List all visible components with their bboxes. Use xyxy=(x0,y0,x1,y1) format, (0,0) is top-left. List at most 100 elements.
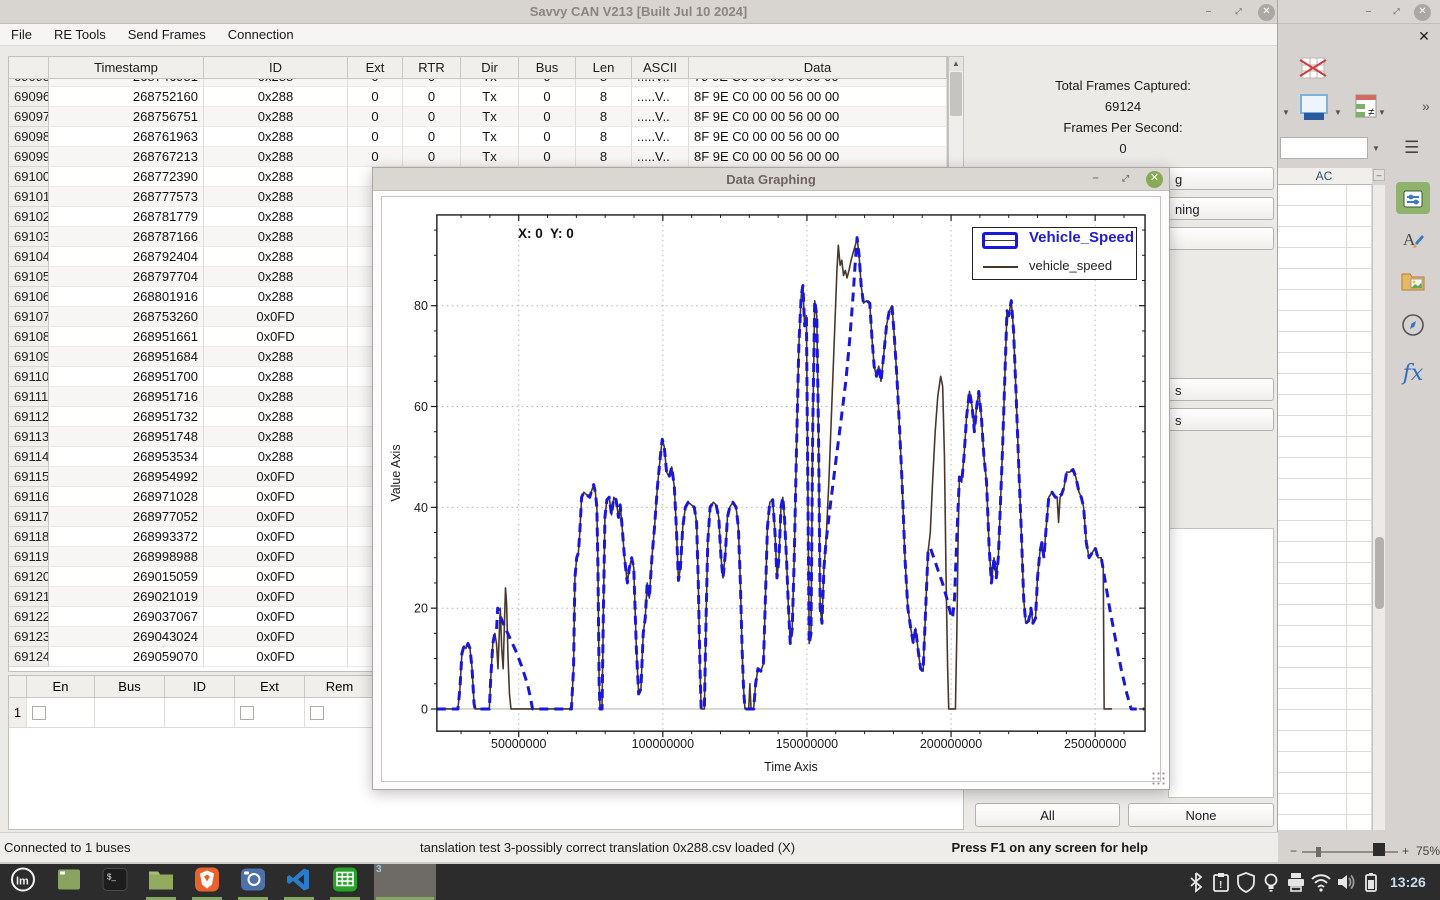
bluetooth-icon[interactable] xyxy=(1185,871,1207,893)
window-resize-grip[interactable] xyxy=(1151,771,1165,785)
calc-close-button[interactable]: ✕ xyxy=(1414,4,1431,21)
menu-send-frames[interactable]: Send Frames xyxy=(117,24,217,46)
close-button[interactable]: ✕ xyxy=(1258,4,1275,21)
gallery-icon[interactable] xyxy=(1396,270,1430,302)
filter-id-list[interactable] xyxy=(1168,528,1274,798)
frame-row-69098[interactable]: 690982687619630x28800Tx08.....V..8F 9E C… xyxy=(9,127,947,147)
savvycan-titlebar[interactable]: Savvy CAN V213 [Built Jul 10 2024] – ⤢ ✕ xyxy=(0,0,1277,24)
menu-connection[interactable]: Connection xyxy=(217,24,305,46)
headers-footers-icon[interactable] xyxy=(1298,92,1330,122)
zoom-percentage[interactable]: 75% xyxy=(1416,844,1440,858)
terminal-icon[interactable]: $_ xyxy=(98,864,132,900)
namebox-dropdown-icon[interactable]: ▼ xyxy=(1372,144,1380,153)
zoom-in-icon[interactable]: + xyxy=(1402,844,1409,858)
column-header-ascii[interactable]: ASCII xyxy=(632,57,689,78)
column-header-ext[interactable]: Ext xyxy=(348,57,403,78)
calc-minimize-button[interactable]: – xyxy=(1360,4,1377,21)
vscode-icon[interactable] xyxy=(282,864,316,900)
frames-table-header[interactable]: TimestampIDExtRTRDirBusLenASCIIData xyxy=(9,57,947,79)
filter-column-rem[interactable]: Rem xyxy=(305,676,375,697)
filter-cell[interactable] xyxy=(305,698,375,727)
zoom-out-icon[interactable]: − xyxy=(1290,844,1297,858)
legend-entry[interactable]: vehicle_speed xyxy=(973,254,1136,280)
restore-button[interactable]: ⤢ xyxy=(1230,4,1247,21)
column-header-data[interactable]: Data xyxy=(689,57,947,78)
frame-row-69095[interactable]: 690952687469510x28800Tx08.....V..79 9E C… xyxy=(9,79,947,87)
files-icon[interactable] xyxy=(144,864,178,900)
filter-checkbox[interactable] xyxy=(32,706,46,720)
screenshot-icon[interactable] xyxy=(236,864,270,900)
battery-icon[interactable] xyxy=(1360,871,1382,893)
filter-checkbox[interactable] xyxy=(240,706,254,720)
mint-menu-icon[interactable]: lm xyxy=(6,864,40,900)
column-header-timestamp[interactable]: Timestamp xyxy=(49,57,204,78)
filter-column-en[interactable]: En xyxy=(27,676,95,697)
calc-vertical-scrollbar[interactable] xyxy=(1372,185,1385,830)
wifi-icon[interactable] xyxy=(1310,871,1332,893)
navigator-icon[interactable] xyxy=(1396,313,1430,345)
printer-icon[interactable] xyxy=(1285,871,1307,893)
calc-restore-button[interactable]: ⤢ xyxy=(1388,4,1405,21)
column-header-bus[interactable]: Bus xyxy=(519,57,576,78)
filter-cell[interactable] xyxy=(235,698,305,727)
filter-column-ext[interactable]: Ext xyxy=(235,676,305,697)
close-toolbar-icon[interactable]: ✕ xyxy=(1414,27,1434,45)
frame-row-69096[interactable]: 690962687521600x28800Tx08.....V..8F 9E C… xyxy=(9,87,947,107)
scroll-split-button[interactable]: – xyxy=(1373,169,1385,181)
scrollbar-thumb[interactable] xyxy=(950,72,962,116)
frame-row-69097[interactable]: 690972687567510x28800Tx08.....V..8F 9E C… xyxy=(9,107,947,127)
filter-cell[interactable] xyxy=(165,698,235,727)
scrollbar-thumb[interactable] xyxy=(1375,537,1384,609)
lightbulb-icon[interactable] xyxy=(1260,871,1282,893)
minimize-button[interactable]: – xyxy=(1200,4,1217,21)
functions-icon[interactable]: fx xyxy=(1396,358,1430,390)
styles-icon[interactable]: A xyxy=(1396,227,1430,259)
menu-re-tools[interactable]: RE Tools xyxy=(43,24,117,46)
menu-file[interactable]: File xyxy=(0,24,43,46)
show-desktop-icon[interactable] xyxy=(52,864,86,900)
dropdown-arrow-icon[interactable]: ▼ xyxy=(1334,108,1342,117)
volume-icon[interactable] xyxy=(1335,871,1357,893)
column-header-len[interactable]: Len xyxy=(576,57,632,78)
chart-area[interactable]: 5000000010000000015000000020000000025000… xyxy=(381,196,1161,782)
dropdown-arrow-icon[interactable]: ▼ xyxy=(1282,108,1290,117)
calc-icon[interactable] xyxy=(328,864,362,900)
filter-cell[interactable] xyxy=(27,698,95,727)
brave-icon[interactable] xyxy=(190,864,224,900)
filter-none-button[interactable]: None xyxy=(1128,803,1274,827)
column-header-dir[interactable]: Dir xyxy=(461,57,519,78)
filter-cell[interactable] xyxy=(95,698,165,727)
filter-column-bus[interactable]: Bus xyxy=(95,676,165,697)
dropdown-arrow-icon[interactable]: ▼ xyxy=(1378,108,1386,117)
speed-chart[interactable]: 5000000010000000015000000020000000025000… xyxy=(382,197,1160,781)
scroll-up-icon[interactable]: ▲ xyxy=(949,57,963,71)
filter-checkbox[interactable] xyxy=(310,706,324,720)
frame-row-69099[interactable]: 690992687672130x28800Tx08.....V..8F 9E C… xyxy=(9,147,947,167)
calc-column-header[interactable]: AC xyxy=(1276,168,1372,185)
calc-titlebar[interactable]: – ⤢ ✕ xyxy=(1276,0,1440,24)
shield-icon[interactable] xyxy=(1235,871,1257,893)
calc-name-box[interactable] xyxy=(1280,137,1368,159)
graph-titlebar[interactable]: Data Graphing – ⤢ ✕ xyxy=(373,168,1169,191)
legend-entry[interactable]: Vehicle_Speed xyxy=(973,228,1136,254)
graph-minimize-button[interactable]: – xyxy=(1087,171,1104,188)
chart-legend[interactable]: Vehicle_Speed vehicle_speed xyxy=(972,227,1137,280)
filter-column-id[interactable]: ID xyxy=(165,676,235,697)
clock[interactable]: 13:26 xyxy=(1390,864,1426,900)
calc-grid[interactable] xyxy=(1276,185,1372,830)
window-group-button[interactable]: 3 xyxy=(374,864,436,900)
properties-icon[interactable] xyxy=(1396,182,1430,214)
cell: 268797704 xyxy=(49,267,204,287)
column-header-rtr[interactable]: RTR xyxy=(403,57,461,78)
zoom-slider-thumb[interactable] xyxy=(1316,847,1321,857)
filter-all-button[interactable]: All xyxy=(975,803,1120,827)
menu-icon[interactable]: ☰ xyxy=(1404,138,1419,158)
graph-restore-button[interactable]: ⤢ xyxy=(1117,171,1134,188)
overflow-chevron-icon[interactable]: » xyxy=(1422,98,1430,114)
show-formula-icon[interactable]: ≠ xyxy=(1352,92,1384,122)
graph-close-button[interactable]: ✕ xyxy=(1146,171,1163,188)
split-table-icon[interactable] xyxy=(1298,55,1328,83)
clipboard-alert-icon[interactable]: ! xyxy=(1210,871,1232,893)
column-header-id[interactable]: ID xyxy=(204,57,348,78)
cell: .....V.. xyxy=(632,87,689,107)
